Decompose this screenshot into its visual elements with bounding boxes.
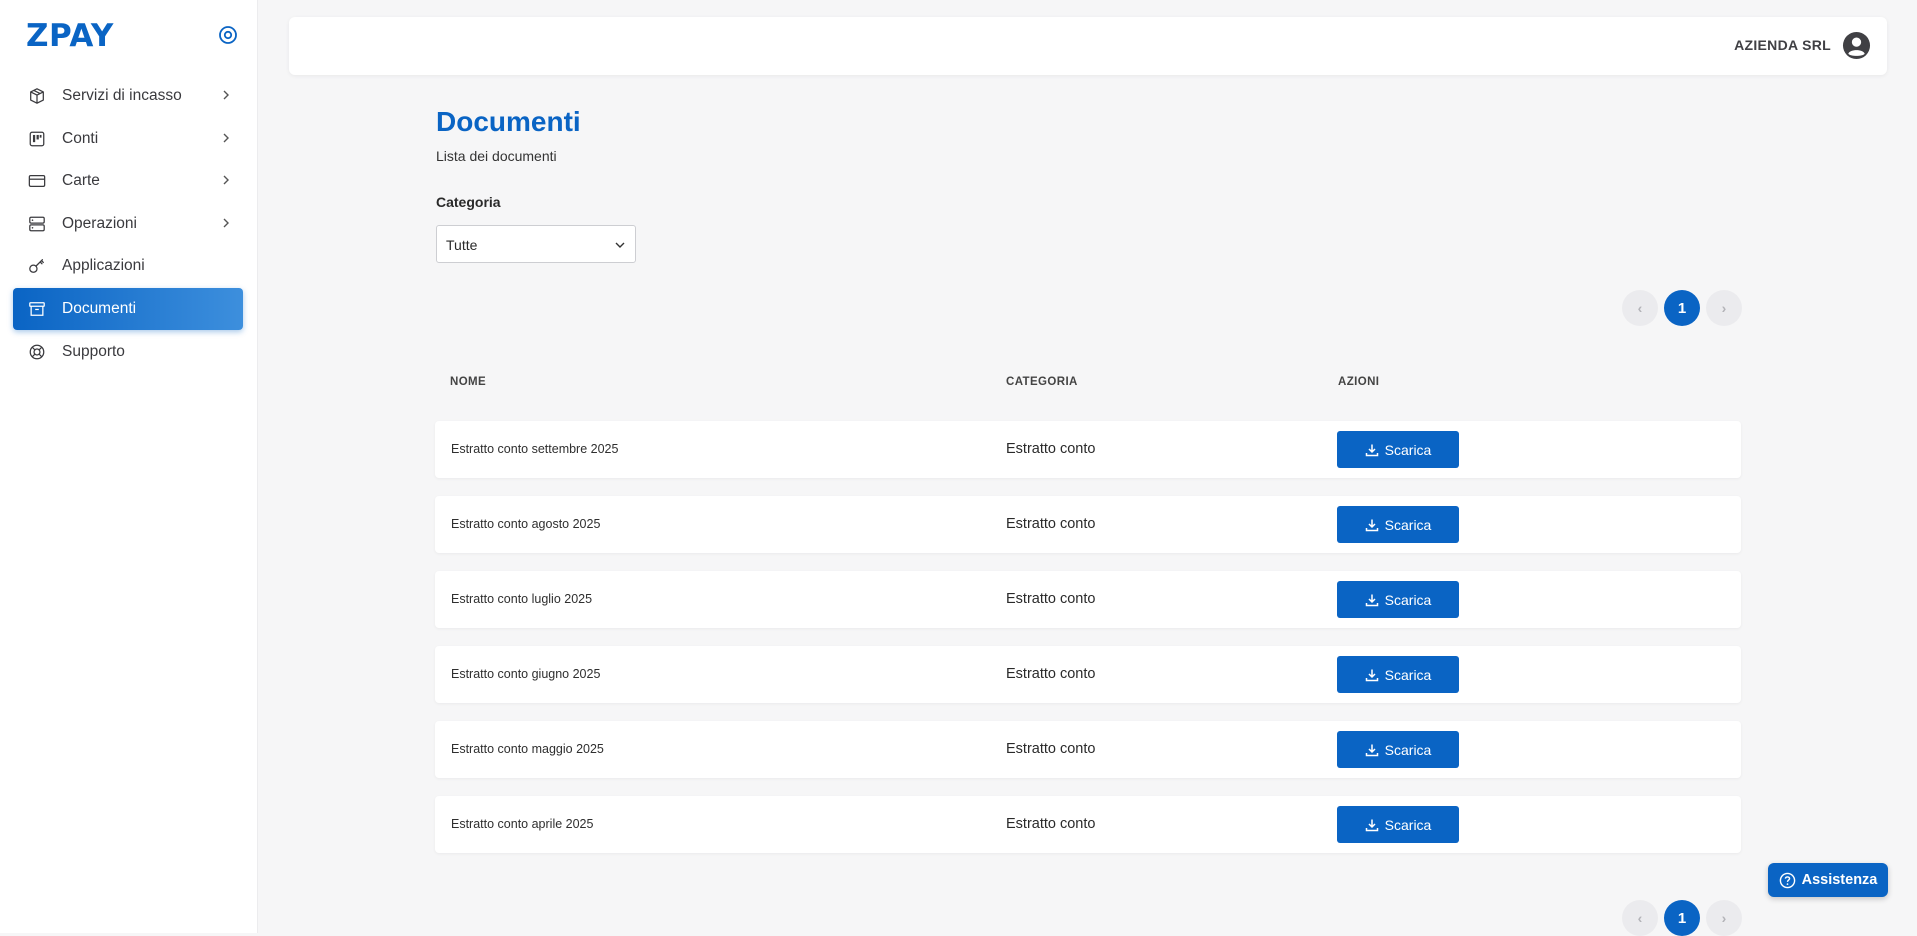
collapse-sidebar-icon[interactable]: [218, 25, 238, 45]
download-button[interactable]: Scarica: [1337, 731, 1459, 768]
lifebuoy-icon: [29, 344, 45, 359]
chevron-right-icon: [223, 175, 229, 185]
columns-icon: [29, 131, 45, 146]
download-button[interactable]: Scarica: [1337, 581, 1459, 618]
download-button[interactable]: Scarica: [1337, 806, 1459, 843]
archive-icon: [29, 302, 45, 316]
pagination-bottom: ‹ 1 ›: [1622, 900, 1742, 936]
sidebar-item-label: Carte: [62, 172, 100, 190]
chevron-right-icon: [223, 218, 229, 228]
key-icon: [29, 259, 44, 274]
download-icon: [1365, 819, 1378, 831]
document-name: Estratto conto agosto 2025: [451, 517, 601, 531]
column-header-azioni: AZIONI: [1338, 376, 1380, 388]
sidebar-item-carte[interactable]: Carte: [13, 160, 243, 202]
document-name: Estratto conto settembre 2025: [451, 442, 619, 456]
document-name: Estratto conto maggio 2025: [451, 742, 604, 756]
page-subtitle: Lista dei documenti: [436, 148, 557, 164]
sidebar-item-label: Conti: [62, 129, 99, 147]
current-page-button[interactable]: 1: [1664, 290, 1700, 326]
document-category: Estratto conto: [1006, 516, 1096, 532]
category-select-value: Tutte: [446, 237, 478, 253]
download-button-label: Scarica: [1384, 741, 1432, 758]
pagination-top: ‹ 1 ›: [1622, 290, 1742, 326]
download-icon: [1365, 669, 1378, 681]
download-button-label: Scarica: [1384, 441, 1432, 458]
sidebar-item-label: Operazioni: [62, 214, 137, 232]
document-category: Estratto conto: [1006, 741, 1096, 757]
table-row: Estratto conto maggio 2025 Estratto cont…: [435, 721, 1741, 778]
sidebar-nav: Servizi di incasso Conti Carte Operazion…: [13, 75, 243, 373]
sidebar-item-servizi-di-incasso[interactable]: Servizi di incasso: [13, 75, 243, 117]
chevron-right-icon: [223, 90, 229, 100]
document-category: Estratto conto: [1006, 591, 1096, 607]
top-bar: AZIENDA SRL: [289, 17, 1887, 75]
prev-page-button[interactable]: ‹: [1622, 290, 1658, 326]
column-header-categoria: CATEGORIA: [1006, 376, 1078, 388]
chevron-down-icon: [615, 242, 625, 248]
user-name[interactable]: AZIENDA SRL: [1734, 37, 1831, 53]
table-row: Estratto conto aprile 2025 Estratto cont…: [435, 796, 1741, 853]
download-button-label: Scarica: [1384, 591, 1432, 608]
table-row: Estratto conto giugno 2025 Estratto cont…: [435, 646, 1741, 703]
category-filter-label: Categoria: [436, 194, 501, 210]
sidebar-item-supporto[interactable]: Supporto: [13, 331, 243, 373]
zpay-logo[interactable]: ZPAY: [26, 18, 114, 54]
document-name: Estratto conto aprile 2025: [451, 817, 594, 831]
table-row: Estratto conto luglio 2025 Estratto cont…: [435, 571, 1741, 628]
sidebar-item-conti[interactable]: Conti: [13, 118, 243, 160]
table-row: Estratto conto agosto 2025 Estratto cont…: [435, 496, 1741, 553]
assistenza-button[interactable]: Assistenza: [1768, 863, 1888, 897]
document-category: Estratto conto: [1006, 441, 1096, 457]
download-button-label: Scarica: [1384, 666, 1432, 683]
sidebar-item-label: Supporto: [62, 342, 125, 360]
download-icon: [1365, 594, 1378, 606]
sidebar-item-label: Servizi di incasso: [62, 87, 182, 104]
sidebar: ZPAY Servizi di incasso Conti Carte Oper…: [0, 0, 258, 933]
download-icon: [1365, 744, 1378, 756]
user-avatar-icon[interactable]: [1842, 31, 1871, 60]
download-button-label: Scarica: [1384, 516, 1432, 533]
help-circle-icon: [1779, 872, 1795, 888]
download-icon: [1365, 519, 1378, 531]
category-select[interactable]: Tutte: [436, 225, 636, 263]
chevron-right-icon: [223, 133, 229, 143]
sidebar-item-documenti[interactable]: Documenti: [13, 287, 243, 330]
sidebar-item-label: Documenti: [62, 299, 137, 317]
credit-card-icon: [28, 175, 46, 188]
box-icon: [30, 88, 44, 104]
table-row: Estratto conto settembre 2025 Estratto c…: [435, 421, 1741, 478]
column-header-nome: NOME: [450, 376, 487, 388]
document-name: Estratto conto giugno 2025: [451, 667, 601, 681]
document-category: Estratto conto: [1006, 816, 1096, 832]
sidebar-item-label: Applicazioni: [62, 257, 145, 275]
current-page-button[interactable]: 1: [1664, 900, 1700, 936]
download-button[interactable]: Scarica: [1337, 506, 1459, 543]
download-button[interactable]: Scarica: [1337, 656, 1459, 693]
document-name: Estratto conto luglio 2025: [451, 592, 593, 606]
sidebar-item-applicazioni[interactable]: Applicazioni: [13, 245, 243, 287]
next-page-button[interactable]: ›: [1706, 900, 1742, 936]
prev-page-button[interactable]: ‹: [1622, 900, 1658, 936]
download-icon: [1365, 444, 1378, 456]
server-icon: [29, 216, 45, 232]
assistenza-label: Assistenza: [1801, 872, 1878, 888]
document-category: Estratto conto: [1006, 666, 1096, 682]
page-title: Documenti: [436, 106, 581, 137]
sidebar-item-operazioni[interactable]: Operazioni: [13, 203, 243, 245]
download-button-label: Scarica: [1384, 816, 1432, 833]
next-page-button[interactable]: ›: [1706, 290, 1742, 326]
download-button[interactable]: Scarica: [1337, 431, 1459, 468]
